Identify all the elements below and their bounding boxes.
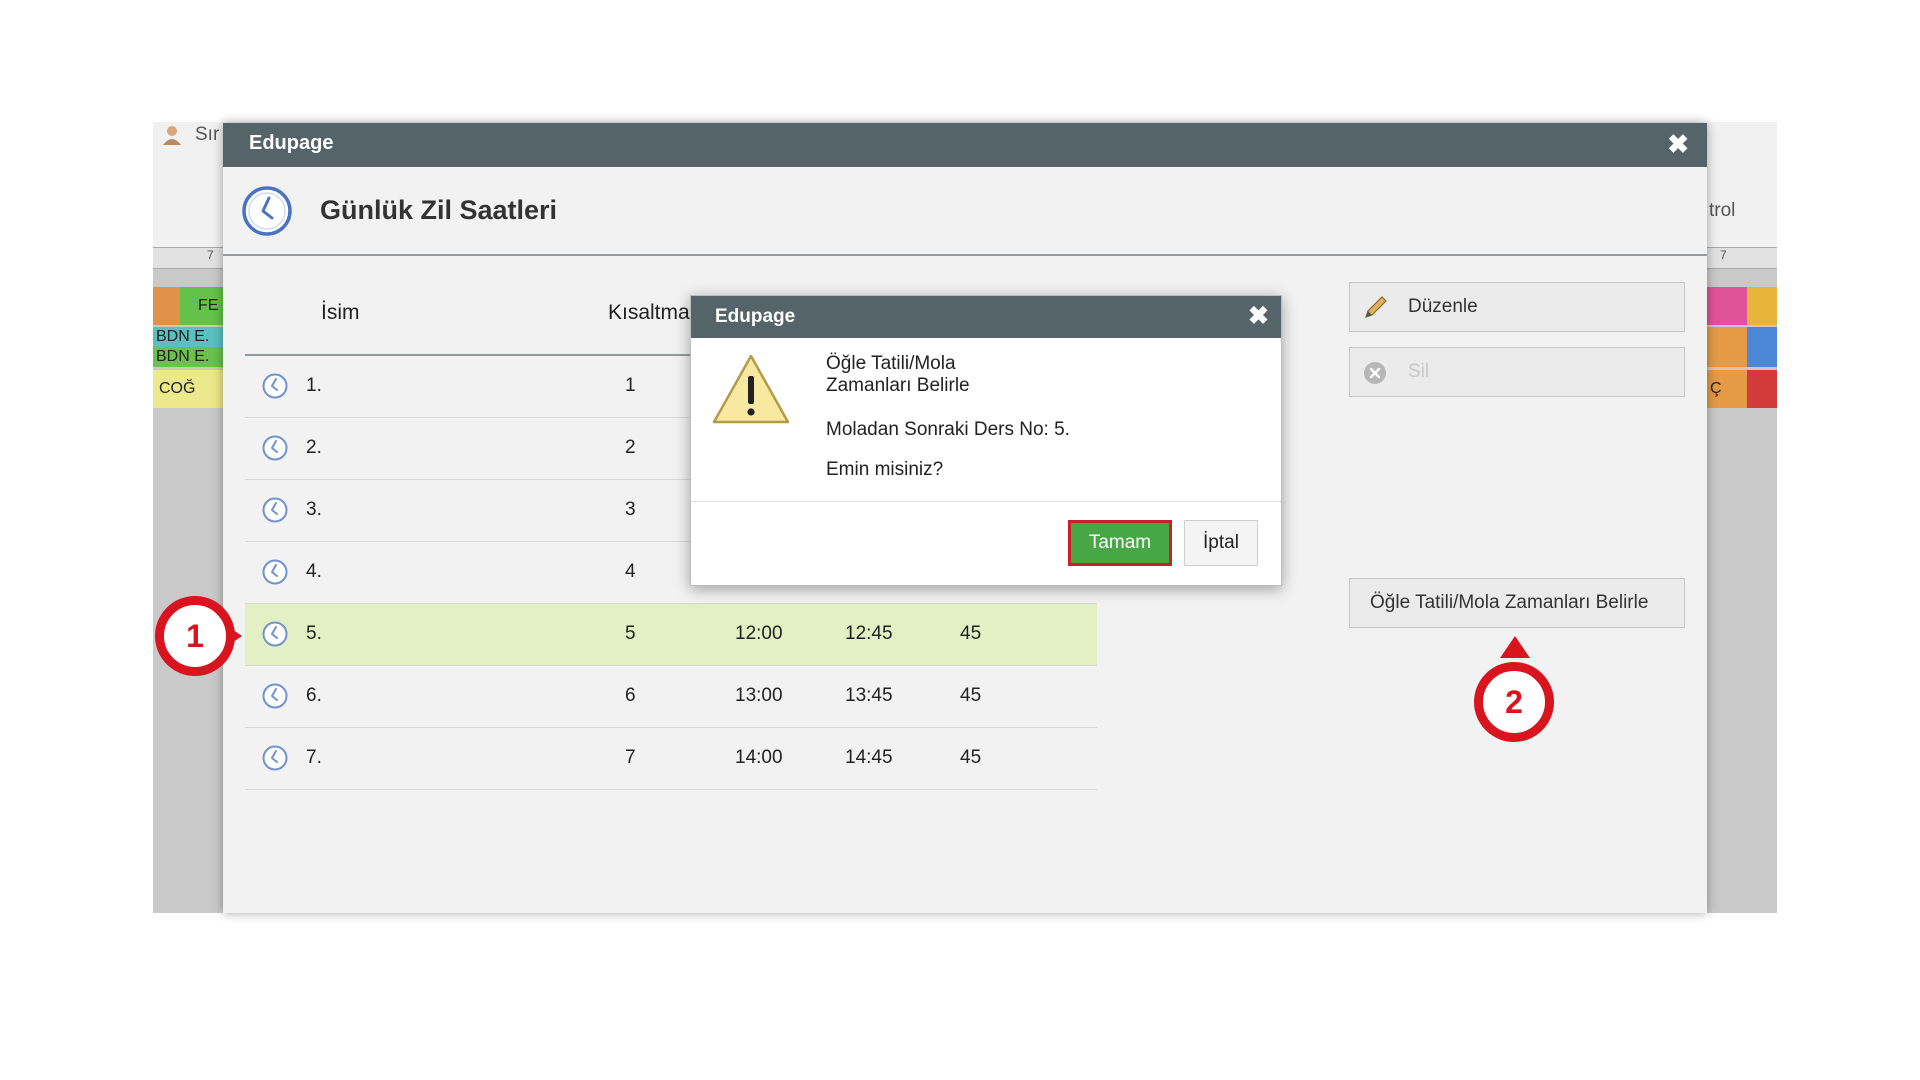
cell-name: 6. bbox=[306, 685, 322, 706]
ok-button[interactable]: Tamam bbox=[1068, 520, 1172, 566]
timetable-cell bbox=[1707, 287, 1747, 325]
cancel-button[interactable]: İptal bbox=[1184, 520, 1258, 566]
background-user-label: Sır bbox=[195, 124, 220, 145]
timetable-cell bbox=[1707, 327, 1747, 367]
ruler-number-right: 7 bbox=[1720, 248, 1727, 262]
cell-name: 5. bbox=[306, 623, 322, 644]
delete-button[interactable]: Sil bbox=[1349, 347, 1685, 397]
delete-button-label: Sil bbox=[1408, 361, 1430, 382]
cell-short: 4 bbox=[625, 561, 636, 582]
cell-start: 12:00 bbox=[735, 623, 783, 644]
timetable-cell: FE bbox=[180, 287, 223, 325]
confirm-titlebar: Edupage ✖ bbox=[691, 296, 1281, 338]
confirm-divider bbox=[691, 501, 1281, 502]
confirm-message-line1: Öğle Tatili/Mola bbox=[826, 353, 956, 374]
close-icon[interactable]: ✖ bbox=[1248, 301, 1269, 331]
clock-icon bbox=[261, 558, 289, 586]
clock-icon bbox=[261, 620, 289, 648]
column-header-name[interactable]: İsim bbox=[321, 301, 360, 325]
confirm-question: Emin misiniz? bbox=[826, 459, 944, 480]
cell-duration: 45 bbox=[960, 623, 982, 644]
cell-start: 13:00 bbox=[735, 685, 783, 706]
user-icon bbox=[163, 126, 181, 145]
step-marker-1: 1 bbox=[155, 596, 235, 676]
timetable-cell bbox=[1747, 327, 1777, 367]
delete-icon bbox=[1364, 362, 1386, 384]
cell-short: 7 bbox=[625, 747, 636, 768]
cell-short: 6 bbox=[625, 685, 636, 706]
clock-icon bbox=[261, 682, 289, 710]
lunch-break-button-label: Öğle Tatili/Mola Zamanları Belirle bbox=[1370, 592, 1649, 613]
marker-pointer bbox=[1500, 636, 1530, 658]
warning-icon bbox=[712, 354, 790, 424]
cell-short: 2 bbox=[625, 437, 636, 458]
timetable-cell: COĞ bbox=[153, 370, 223, 408]
cell-duration: 45 bbox=[960, 685, 982, 706]
clock-icon bbox=[242, 186, 292, 236]
close-icon[interactable]: ✖ bbox=[1667, 129, 1689, 160]
clock-icon bbox=[261, 434, 289, 462]
timetable-cell bbox=[153, 287, 180, 325]
table-row[interactable]: 7. 7 14:00 14:45 45 bbox=[245, 728, 1097, 790]
confirm-dialog: Edupage ✖ Öğle Tatili/Mola Zamanları Bel… bbox=[690, 295, 1282, 586]
edit-button-label: Düzenle bbox=[1408, 296, 1478, 317]
clock-icon bbox=[261, 496, 289, 524]
ruler-number: 7 bbox=[207, 248, 214, 262]
cell-short: 1 bbox=[625, 375, 636, 396]
timetable-cell bbox=[1747, 370, 1777, 408]
confirm-title: Edupage bbox=[715, 306, 796, 327]
cell-end: 14:45 bbox=[845, 747, 893, 768]
page-title: Günlük Zil Saatleri bbox=[320, 195, 558, 225]
dialog-titlebar: Edupage ✖ bbox=[223, 123, 1707, 167]
lunch-break-button[interactable]: Öğle Tatili/Mola Zamanları Belirle bbox=[1349, 578, 1685, 628]
table-row[interactable]: 5. 5 12:00 12:45 45 bbox=[245, 604, 1097, 666]
cell-name: 1. bbox=[306, 375, 322, 396]
confirm-message-line2: Zamanları Belirle bbox=[826, 375, 970, 396]
clock-icon bbox=[261, 372, 289, 400]
cell-name: 4. bbox=[306, 561, 322, 582]
cell-name: 2. bbox=[306, 437, 322, 458]
confirm-next-lesson: Moladan Sonraki Ders No: 5. bbox=[826, 419, 1070, 440]
edit-button[interactable]: Düzenle bbox=[1349, 282, 1685, 332]
timetable-cell: Ç bbox=[1707, 370, 1747, 408]
table-row[interactable]: 6. 6 13:00 13:45 45 bbox=[245, 666, 1097, 728]
cell-end: 12:45 bbox=[845, 623, 893, 644]
cell-name: 7. bbox=[306, 747, 322, 768]
header-divider bbox=[223, 254, 1707, 256]
cell-duration: 45 bbox=[960, 747, 982, 768]
cell-short: 3 bbox=[625, 499, 636, 520]
clock-icon bbox=[261, 744, 289, 772]
dialog-title: Edupage bbox=[249, 132, 334, 154]
cell-short: 5 bbox=[625, 623, 636, 644]
cell-start: 14:00 bbox=[735, 747, 783, 768]
timetable-cell bbox=[1747, 287, 1777, 325]
background-right-label: trol bbox=[1709, 200, 1736, 221]
column-header-short[interactable]: Kısaltma bbox=[608, 301, 690, 325]
cell-end: 13:45 bbox=[845, 685, 893, 706]
timetable-cell: BDN E. bbox=[153, 327, 223, 347]
pencil-icon bbox=[1365, 296, 1387, 318]
timetable-cell: BDN E. bbox=[153, 347, 223, 367]
step-marker-2: 2 bbox=[1474, 662, 1554, 742]
cell-name: 3. bbox=[306, 499, 322, 520]
